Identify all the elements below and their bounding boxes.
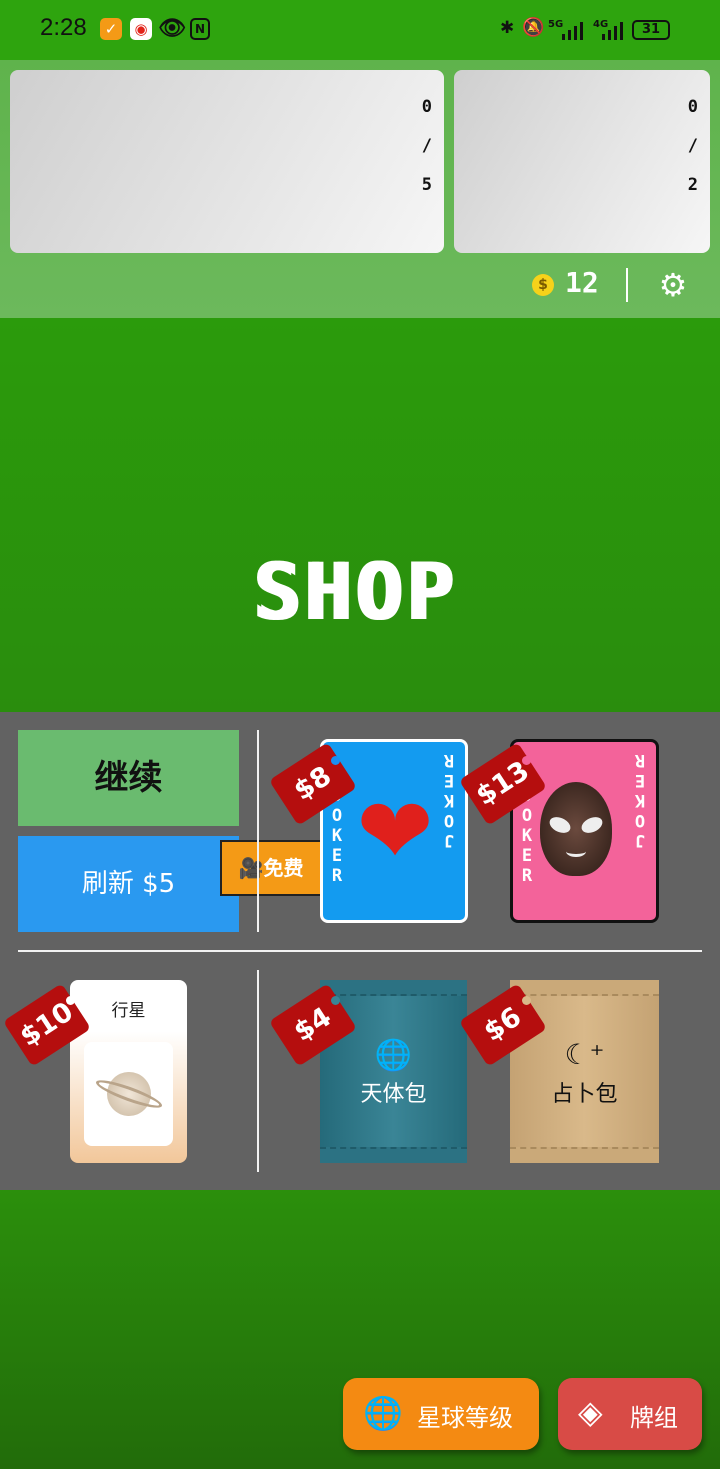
settings-gear-icon[interactable]: ⚙	[656, 268, 690, 302]
bandaged-heart-icon: ❤	[356, 778, 434, 885]
status-time: 2:28	[40, 14, 87, 41]
battery-icon: 31	[632, 20, 670, 40]
tag-hole	[331, 996, 340, 1005]
tarot-pack-label: 占卜包	[551, 1082, 618, 1107]
bluetooth-icon: ✱	[500, 18, 515, 38]
planet-levels-label: 星球等级	[417, 1404, 513, 1432]
top-panel: 0 / 5 0 / 2	[0, 60, 720, 318]
free-label: 免费	[263, 856, 304, 880]
planet-card[interactable]: 行星	[70, 980, 187, 1163]
deck-label: 牌组	[630, 1404, 678, 1432]
play-area	[0, 318, 720, 712]
nfc-icon: N	[190, 18, 210, 40]
app-notification-icon: ✓	[100, 18, 122, 40]
eye-icon: 👁	[158, 16, 186, 41]
tag-hole	[522, 996, 531, 1005]
consumable-slot-counter: 0 / 2	[688, 88, 698, 205]
consumable-max: 2	[687, 175, 698, 195]
weibo-icon: ◉	[130, 18, 152, 40]
status-bar: 2:28 ✓ ◉ 👁 N ✱ 🔕 5G 4G 31	[0, 0, 720, 60]
mute-icon: 🔕	[522, 17, 545, 38]
free-refresh-ad-button[interactable]: 🎥免费	[220, 840, 322, 896]
money-amount: 12	[565, 266, 599, 299]
planet-levels-button[interactable]: 🌐 星球等级	[343, 1378, 539, 1450]
consumable-count-sep: /	[687, 136, 698, 156]
coin-icon: $	[532, 274, 554, 296]
moon-plus-icon: ☾⁺	[564, 1038, 605, 1071]
divider	[257, 970, 259, 1172]
joker-count-sep: /	[421, 136, 432, 156]
consumable-count: 0	[687, 97, 698, 117]
globe-icon: 🌐	[363, 1394, 403, 1432]
alien-face-icon	[540, 782, 612, 876]
joker-max: 5	[421, 175, 432, 195]
deck-button[interactable]: ◈ 牌组	[558, 1378, 702, 1450]
tag-hole	[66, 996, 75, 1005]
signal-icon-2	[602, 22, 623, 40]
refresh-button[interactable]: 刷新 $5	[18, 836, 239, 932]
planet-card-title: 行星	[111, 1001, 146, 1021]
celestial-pack-label: 天体包	[360, 1082, 427, 1107]
divider	[626, 268, 628, 302]
tag-hole	[522, 756, 531, 765]
saturn-icon	[84, 1042, 173, 1146]
globe-icon: 🌐	[374, 1038, 413, 1073]
video-camera-icon: 🎥	[238, 856, 264, 880]
consumable-slot-area[interactable]: 0 / 2	[454, 70, 710, 253]
layers-icon: ◈	[578, 1393, 603, 1431]
joker-card-text: JOKER	[630, 750, 650, 850]
divider	[257, 730, 259, 932]
joker-count: 0	[421, 97, 432, 117]
tag-hole	[331, 756, 340, 765]
battery-level: 31	[641, 22, 661, 37]
continue-button[interactable]: 继续	[18, 730, 239, 826]
divider	[18, 950, 702, 952]
shop-title: SHOP	[252, 548, 456, 638]
joker-slot-area[interactable]: 0 / 5	[10, 70, 444, 253]
joker-slot-counter: 0 / 5	[422, 88, 432, 205]
signal-icon	[562, 22, 583, 40]
